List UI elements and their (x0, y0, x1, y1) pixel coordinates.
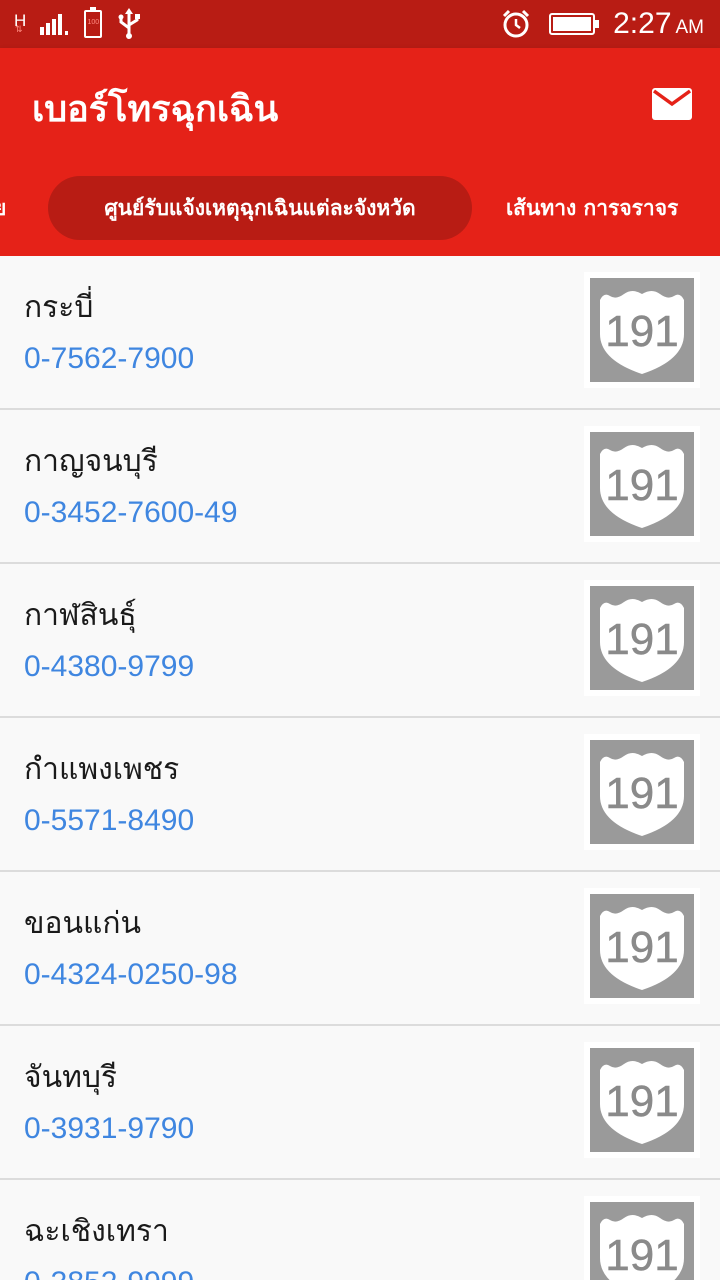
list-item[interactable]: กาญจนบุรี 0-3452-7600-49 191 (0, 410, 720, 564)
clock: 2:27 AM (613, 7, 704, 41)
mail-button[interactable] (646, 84, 698, 124)
highway-shield-icon: 191 (590, 586, 694, 690)
province-name: กาญจนบุรี (24, 444, 158, 479)
province-name: จันทบุรี (24, 1060, 118, 1095)
province-name: ขอนแก่น (24, 906, 142, 941)
highway-shield-icon: 191 (590, 432, 694, 536)
status-bar: H ⇅ 100 2:27 AM (0, 0, 720, 48)
phone-number-link[interactable]: 0-3931-9790 (24, 1112, 194, 1146)
app-title: เบอร์โทรฉุกเฉิน (32, 89, 279, 130)
clock-time: 2:27 (613, 7, 672, 40)
list-item[interactable]: กระบี่ 0-7562-7900 191 (0, 256, 720, 410)
app-bar: เบอร์โทรฉุกเฉิน ย ศูนย์รับแจ้งเหตุฉุกเฉิ… (0, 48, 720, 256)
tab-bar: ย ศูนย์รับแจ้งเหตุฉุกเฉินแต่ละจังหวัด เส… (0, 176, 720, 240)
svg-text:191: 191 (605, 615, 678, 664)
list-item[interactable]: จันทบุรี 0-3931-9790 191 (0, 1026, 720, 1180)
highway-191-logo: 191 (584, 272, 700, 388)
phone-number-link[interactable]: 0-3852-9999 (24, 1266, 194, 1280)
province-name: กระบี่ (24, 290, 94, 325)
list-item[interactable]: กำแพงเพชร 0-5571-8490 191 (0, 718, 720, 872)
tab-previous[interactable]: ย (0, 176, 6, 240)
status-right: 2:27 AM (501, 0, 704, 48)
tab-provincial-emergency-centers[interactable]: ศูนย์รับแจ้งเหตุฉุกเฉินแต่ละจังหวัด (48, 176, 472, 240)
highway-shield-icon: 191 (590, 1048, 694, 1152)
svg-text:191: 191 (605, 461, 678, 510)
highway-shield-icon: 191 (590, 278, 694, 382)
status-left: H ⇅ 100 (14, 6, 142, 42)
province-name: กำแพงเพชร (24, 752, 180, 787)
highway-191-logo: 191 (584, 580, 700, 696)
highway-shield-icon: 191 (590, 1202, 694, 1280)
contact-list: กระบี่ 0-7562-7900 191 กาญจนบุรี 0-3452-… (0, 256, 720, 1280)
list-item[interactable]: ขอนแก่น 0-4324-0250-98 191 (0, 872, 720, 1026)
highway-191-logo: 191 (584, 426, 700, 542)
list-item[interactable]: ฉะเชิงเทรา 0-3852-9999 191 (0, 1180, 720, 1280)
list-item[interactable]: กาฬสินธุ์ 0-4380-9799 191 (0, 564, 720, 718)
highway-191-logo: 191 (584, 734, 700, 850)
svg-text:191: 191 (605, 1231, 678, 1280)
highway-shield-icon: 191 (590, 894, 694, 998)
svg-text:191: 191 (605, 769, 678, 818)
signal-icon (40, 14, 69, 35)
battery-level-text: 100 (87, 19, 100, 26)
battery-icon (549, 13, 600, 35)
tab-traffic-routes[interactable]: เส้นทาง การจราจร (506, 176, 678, 240)
phone-number-link[interactable]: 0-4380-9799 (24, 650, 194, 684)
province-name: กาฬสินธุ์ (24, 598, 137, 633)
phone-number-link[interactable]: 0-7562-7900 (24, 342, 194, 376)
clock-ampm: AM (675, 17, 705, 38)
mail-icon (652, 88, 692, 120)
highway-shield-icon: 191 (590, 740, 694, 844)
phone-number-link[interactable]: 0-4324-0250-98 (24, 958, 238, 992)
province-name: ฉะเชิงเทรา (24, 1214, 169, 1249)
highway-191-logo: 191 (584, 1042, 700, 1158)
phone-number-link[interactable]: 0-3452-7600-49 (24, 496, 238, 530)
alarm-icon (503, 9, 530, 38)
usb-icon (118, 8, 141, 39)
phone-number-link[interactable]: 0-5571-8490 (24, 804, 194, 838)
svg-text:191: 191 (605, 307, 678, 356)
svg-text:191: 191 (605, 1077, 678, 1126)
battery-saver-icon: 100 (84, 7, 103, 38)
data-activity-icon: ⇅ (15, 25, 22, 35)
highway-191-logo: 191 (584, 888, 700, 1004)
svg-text:191: 191 (605, 923, 678, 972)
highway-191-logo: 191 (584, 1196, 700, 1280)
